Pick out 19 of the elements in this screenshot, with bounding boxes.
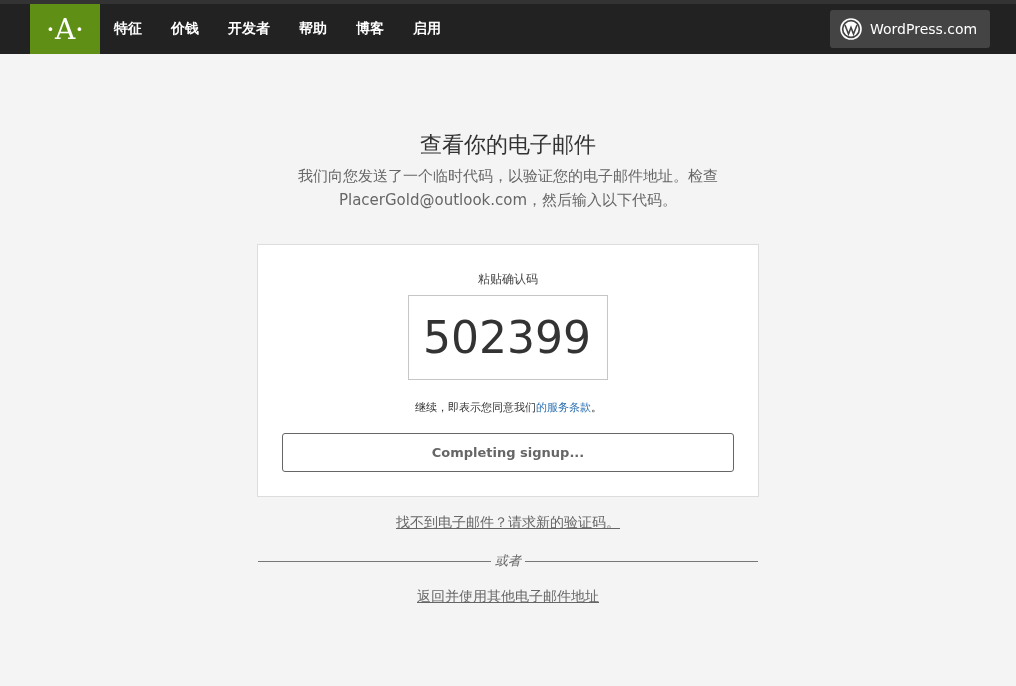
divider-text: 或者 xyxy=(494,552,523,570)
nav-link[interactable]: 特征 xyxy=(107,20,149,38)
code-input-field[interactable]: 502399 xyxy=(408,295,608,380)
wordpress-button[interactable]: WordPress.com xyxy=(830,10,990,48)
nav-link[interactable]: 帮助 xyxy=(292,20,334,38)
nav-link[interactable]: 博客 xyxy=(349,20,391,38)
logo[interactable]: ·A· xyxy=(30,4,100,54)
terms-text: 继续，即表示您同意我们的服务条款。 xyxy=(414,400,602,415)
field-label: 粘贴确认码 xyxy=(478,271,538,288)
intro-text: 我们向您发送了一个临时代码，以验证您的电子邮件地址。检查 PlacerGold@outlook.com，然后输入以下代码。 xyxy=(297,166,719,211)
terms-link[interactable]: 的服务条款 xyxy=(535,401,591,414)
nav-link[interactable]: 开发者 xyxy=(221,20,277,38)
resend-code-link[interactable]: 找不到电子邮件？请求新的验证码。 xyxy=(396,514,620,532)
nav-link[interactable]: 启用 xyxy=(406,20,448,38)
submit-button[interactable]: Completing signup... xyxy=(282,433,734,472)
page-heading: 查看你的电子邮件 xyxy=(420,131,596,159)
nav-link[interactable]: 价钱 xyxy=(164,20,206,38)
back-link[interactable]: 返回并使用其他电子邮件地址 xyxy=(417,588,599,606)
wordpress-logo-icon xyxy=(840,18,862,40)
